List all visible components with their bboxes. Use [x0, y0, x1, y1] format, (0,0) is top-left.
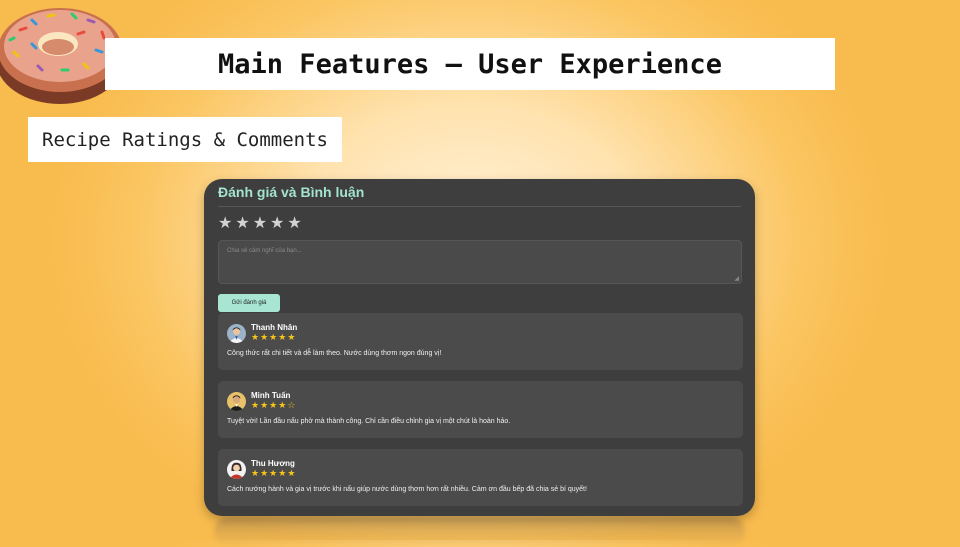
- avatar-man-icon: [227, 324, 246, 343]
- avatar: [227, 392, 246, 411]
- star-filled-icon: ★: [269, 333, 278, 343]
- slide-title: Main Features – User Experience: [105, 38, 835, 90]
- star-filled-icon: ★: [251, 401, 260, 411]
- rating-comments-panel: Đánh giá và Bình luận ★ ★ ★ ★ ★ Chia sẻ …: [204, 179, 755, 516]
- avatar-woman-icon: [227, 460, 246, 479]
- star-icon[interactable]: ★: [218, 214, 232, 232]
- reviewer-name: Thu Hương: [251, 459, 295, 468]
- reviewer-name: Minh Tuấn: [251, 391, 291, 400]
- review-rating: ★ ★ ★ ★ ★: [251, 469, 295, 479]
- star-filled-icon: ★: [278, 333, 287, 343]
- submit-review-button[interactable]: Gửi đánh giá: [218, 294, 280, 312]
- review-text: Tuyệt vời! Lần đầu nấu phở mà thành công…: [227, 418, 511, 425]
- review-text: Cách nướng hành và gia vị trước khi nấu …: [227, 486, 587, 493]
- star-filled-icon: ★: [251, 333, 260, 343]
- comment-placeholder: Chia sẻ cảm nghĩ của bạn...: [227, 248, 302, 254]
- review-card: Thu Hương ★ ★ ★ ★ ★ Cách nướng hành và g…: [218, 449, 743, 506]
- slide-subtitle: Recipe Ratings & Comments: [28, 117, 342, 162]
- star-filled-icon: ★: [269, 469, 278, 479]
- review-rating: ★ ★ ★ ★ ☆: [251, 401, 295, 411]
- review-card: Minh Tuấn ★ ★ ★ ★ ☆ Tuyệt vời! Lần đầu n…: [218, 381, 743, 438]
- review-text: Công thức rất chi tiết và dễ làm theo. N…: [227, 350, 442, 357]
- star-rating-input[interactable]: ★ ★ ★ ★ ★: [218, 214, 302, 232]
- avatar: [227, 324, 246, 343]
- star-filled-icon: ★: [269, 401, 278, 411]
- review-card: Thanh Nhân ★ ★ ★ ★ ★ Công thức rất chi t…: [218, 313, 743, 370]
- divider: [218, 206, 741, 207]
- star-filled-icon: ★: [287, 469, 296, 479]
- panel-title: Đánh giá và Bình luận: [218, 184, 365, 200]
- star-filled-icon: ★: [251, 469, 260, 479]
- star-icon[interactable]: ★: [235, 214, 249, 232]
- star-filled-icon: ★: [287, 333, 296, 343]
- panel-reflection: [214, 517, 745, 547]
- star-filled-icon: ★: [260, 469, 269, 479]
- reviewer-name: Thanh Nhân: [251, 323, 298, 332]
- star-icon[interactable]: ★: [253, 214, 267, 232]
- star-filled-icon: ★: [260, 401, 269, 411]
- resize-grip-icon[interactable]: ◢: [734, 275, 739, 282]
- star-empty-icon: ☆: [287, 401, 296, 411]
- review-rating: ★ ★ ★ ★ ★: [251, 333, 295, 343]
- star-filled-icon: ★: [260, 333, 269, 343]
- comment-textarea[interactable]: Chia sẻ cảm nghĩ của bạn... ◢: [218, 240, 742, 284]
- star-icon[interactable]: ★: [270, 214, 284, 232]
- star-filled-icon: ★: [278, 401, 287, 411]
- star-filled-icon: ★: [278, 469, 287, 479]
- avatar-man-icon: [227, 392, 246, 411]
- star-icon[interactable]: ★: [287, 214, 301, 232]
- avatar: [227, 460, 246, 479]
